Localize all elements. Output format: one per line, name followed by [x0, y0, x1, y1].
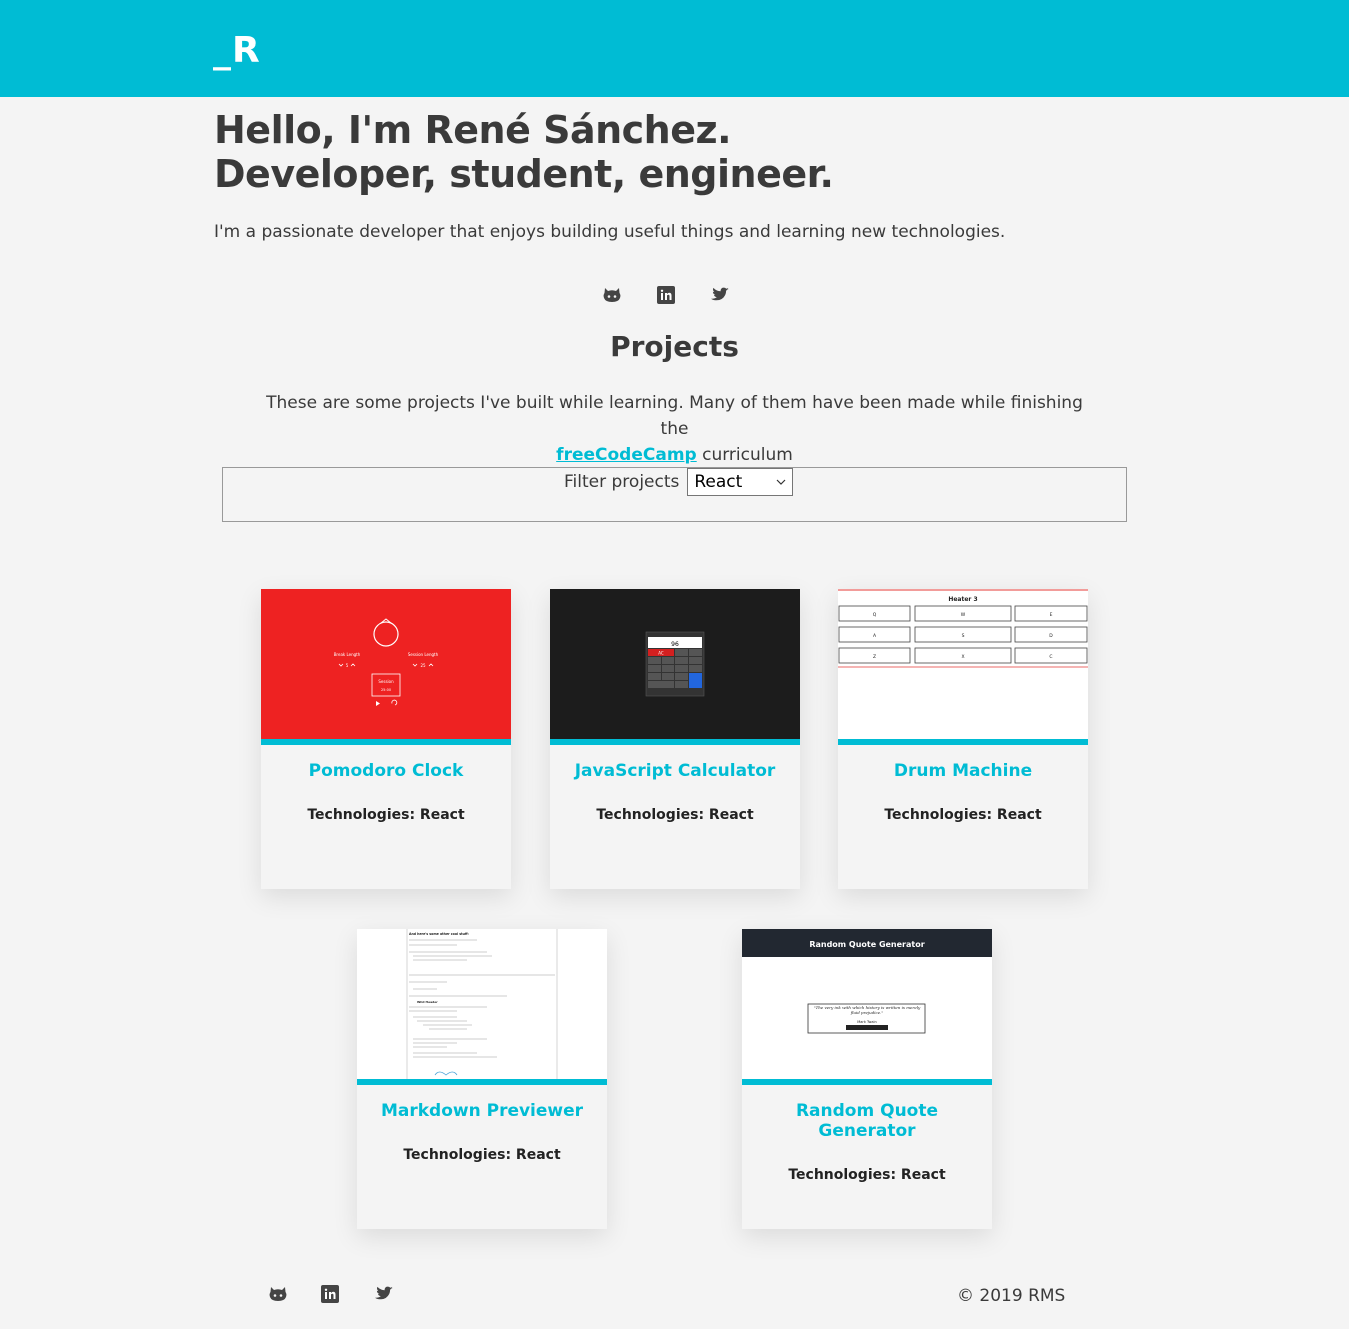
freecodecamp-link[interactable]: freeCodeCamp: [556, 445, 697, 465]
copyright: © 2019 RMS: [957, 1286, 1066, 1306]
hero-title-line-2: Developer, student, engineer.: [214, 152, 834, 196]
markdown-heading: And here's some other cool stuff:: [409, 932, 469, 936]
github-icon[interactable]: [601, 284, 623, 306]
project-name[interactable]: Markdown Previewer: [357, 1101, 607, 1121]
filter-fieldset: Filter projects React: [222, 467, 1127, 522]
linkedin-icon[interactable]: [321, 1284, 341, 1304]
drum-display: Heater 3: [948, 596, 977, 603]
timer-value: 25:00: [381, 688, 391, 692]
project-thumbnail: Random Quote Generator "The very ink wit…: [742, 929, 992, 1079]
drum-pad-label: E: [1050, 612, 1053, 618]
project-technologies: Technologies: React: [788, 1167, 946, 1183]
markdown-subheading: Wild Header: [417, 1000, 438, 1004]
project-thumbnail: Break Length Session Length 5 25 Session…: [261, 589, 511, 739]
project-card[interactable]: Heater 3 QWEASDZXC Drum Machine Technolo…: [838, 589, 1088, 889]
projects-desc-text: These are some projects I've built while…: [266, 393, 1083, 439]
quote-author: Mark Twain: [857, 1020, 877, 1024]
top-bar: _R: [0, 0, 1349, 97]
chevron-down-icon: [776, 479, 786, 485]
session-length-label: Session Length: [408, 652, 439, 657]
hero-title: Hello, I'm René Sánchez. Developer, stud…: [214, 108, 834, 196]
drum-pad-label: Z: [873, 654, 876, 660]
footer-social-links: [268, 1284, 394, 1304]
social-links: [601, 284, 731, 306]
site-logo[interactable]: _R: [213, 30, 261, 71]
hero-title-line-1: Hello, I'm René Sánchez.: [214, 108, 732, 152]
drum-pad-label: Q: [873, 612, 877, 618]
twitter-icon[interactable]: [709, 284, 731, 306]
calculator-clear-key: AC: [658, 651, 664, 656]
drum-pad-label: S: [962, 633, 965, 639]
project-name[interactable]: Random Quote Generator: [742, 1101, 992, 1141]
projects-desc-after: curriculum: [702, 445, 793, 465]
project-thumbnail: 96 AC: [550, 589, 800, 739]
session-length-value: 25: [420, 663, 426, 668]
project-thumbnail: And here's some other cool stuff: Wild H…: [357, 929, 607, 1079]
project-card[interactable]: Break Length Session Length 5 25 Session…: [261, 589, 511, 889]
project-name[interactable]: JavaScript Calculator: [550, 761, 800, 781]
drum-pad-label: X: [961, 654, 964, 660]
project-name[interactable]: Drum Machine: [838, 761, 1088, 781]
projects-description: These are some projects I've built while…: [250, 390, 1099, 468]
quote-text: "The very ink with which history is writ…: [813, 1005, 921, 1015]
quote-app-title: Random Quote Generator: [809, 940, 924, 949]
projects-title: Projects: [610, 330, 739, 363]
break-length-value: 5: [346, 663, 349, 668]
filter-select[interactable]: React: [687, 468, 794, 496]
drum-pad-label: W: [961, 612, 966, 618]
hero-subtitle: I'm a passionate developer that enjoys b…: [214, 222, 1006, 242]
project-technologies: Technologies: React: [596, 807, 754, 823]
project-technologies: Technologies: React: [884, 807, 1042, 823]
filter-label: Filter projects: [564, 472, 680, 492]
project-card[interactable]: Random Quote Generator "The very ink wit…: [742, 929, 992, 1229]
timer-label: Session: [378, 679, 394, 684]
project-thumbnail: Heater 3 QWEASDZXC: [838, 589, 1088, 739]
drum-pad-label: C: [1049, 654, 1052, 660]
linkedin-icon[interactable]: [655, 284, 677, 306]
project-name[interactable]: Pomodoro Clock: [261, 761, 511, 781]
drum-pad-label: D: [1049, 633, 1053, 639]
calculator-display: 96: [671, 641, 679, 648]
project-card[interactable]: And here's some other cool stuff: Wild H…: [357, 929, 607, 1229]
twitter-icon[interactable]: [374, 1284, 394, 1304]
project-technologies: Technologies: React: [403, 1147, 561, 1163]
filter-selected-value: React: [694, 472, 743, 492]
project-technologies: Technologies: React: [307, 807, 465, 823]
github-icon[interactable]: [268, 1284, 288, 1304]
break-length-label: Break Length: [334, 652, 361, 657]
project-card[interactable]: 96 AC JavaScript Calculator Technologies…: [550, 589, 800, 889]
